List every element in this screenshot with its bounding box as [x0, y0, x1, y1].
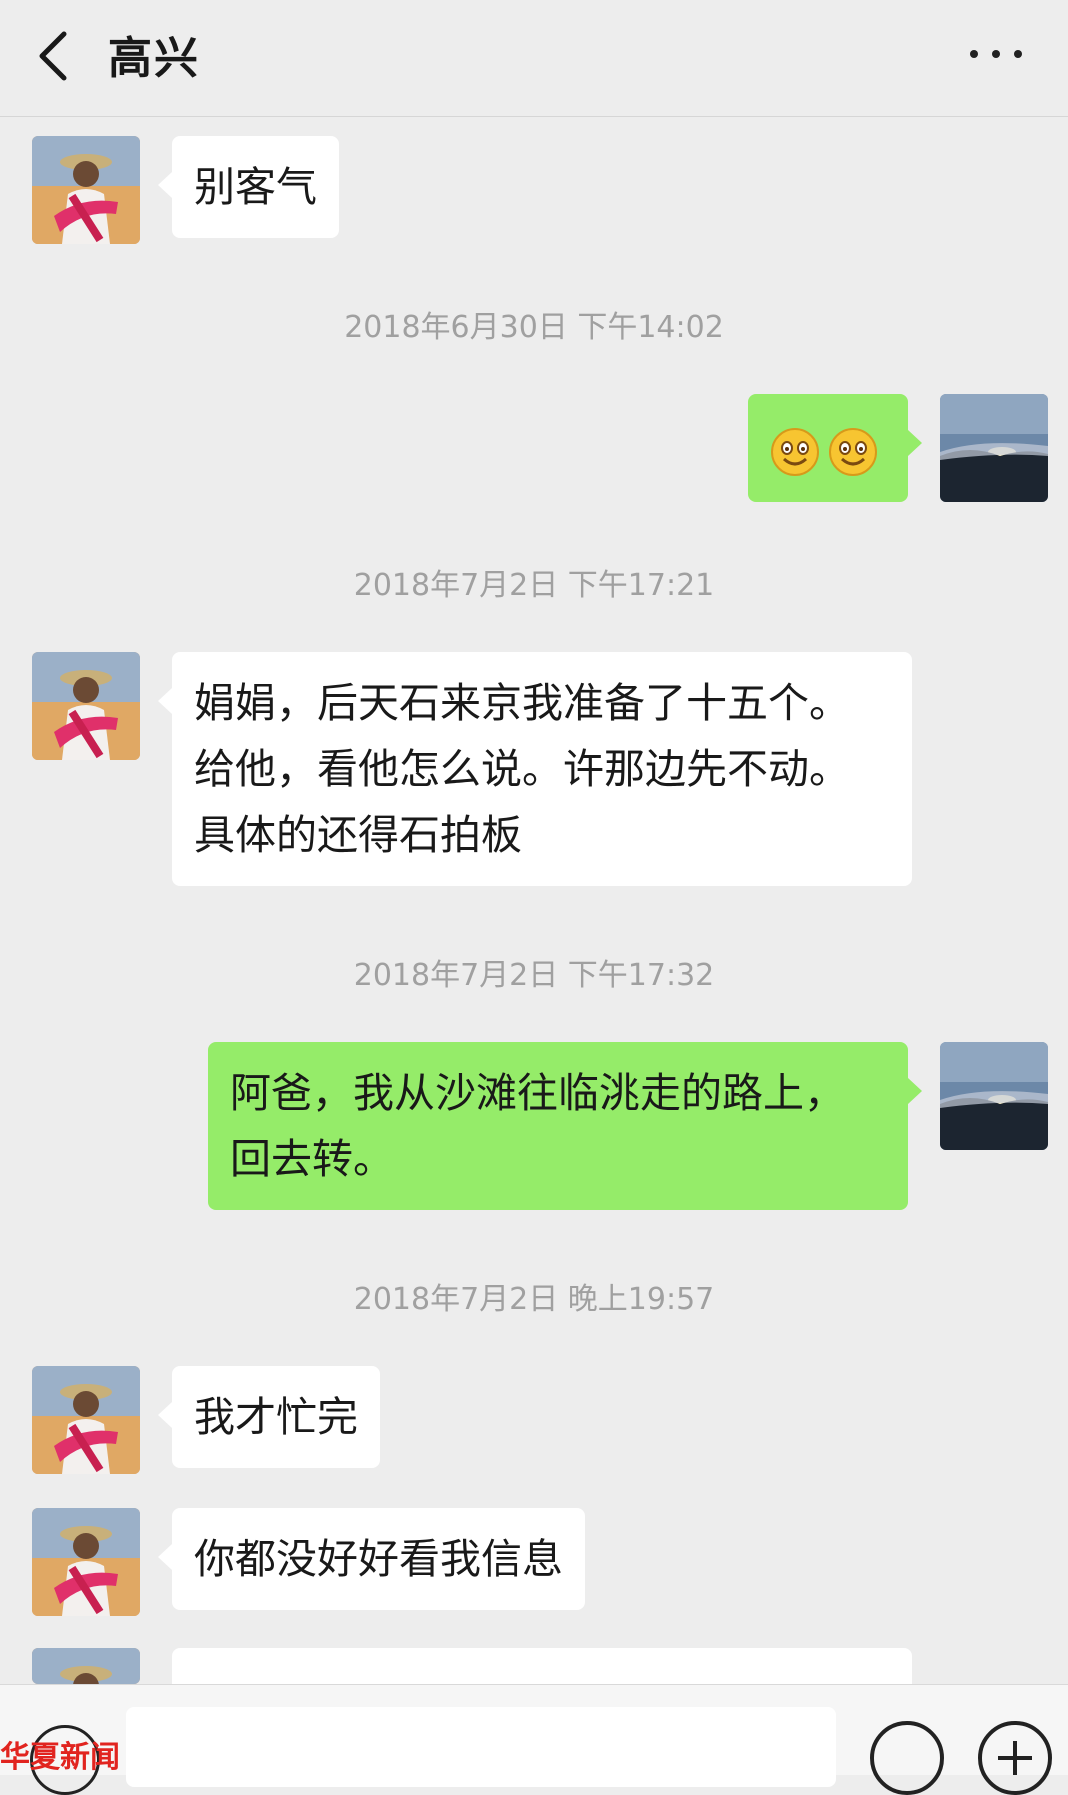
message-text: 我才忙完	[194, 1393, 358, 1441]
my-avatar[interactable]	[940, 1042, 1048, 1150]
back-arrow-icon[interactable]	[34, 28, 74, 84]
timestamp: 2018年7月2日 下午17:21	[353, 568, 715, 603]
message-line: 娟娟，后天石来京我准备了十五个。	[194, 679, 850, 727]
smile-emoji-icon	[828, 427, 878, 477]
watermark-logo: 华夏新闻	[0, 1740, 120, 1775]
message-line: 回去转。	[230, 1135, 394, 1183]
input-bar	[0, 1684, 1068, 1795]
contact-avatar[interactable]	[32, 652, 140, 760]
my-avatar[interactable]	[940, 394, 1048, 502]
message-text: 别客气	[194, 163, 317, 211]
message-input[interactable]	[126, 1707, 836, 1787]
incoming-message-bubble[interactable]: 你都没好好看我信息	[158, 1508, 585, 1610]
outgoing-message-bubble[interactable]: 阿爸，我从沙滩往临洮走的路上， 回去转。	[208, 1042, 922, 1210]
incoming-message-bubble[interactable]: 娟娟，后天石来京我准备了十五个。 给他，看他怎么说。许那边先不动。 具体的还得石…	[158, 652, 912, 886]
contact-avatar[interactable]	[32, 1648, 140, 1684]
message-text: 你都没好好看我信息	[194, 1535, 563, 1583]
contact-avatar[interactable]	[32, 1366, 140, 1474]
incoming-message-bubble[interactable]	[158, 1648, 912, 1710]
plus-icon[interactable]	[978, 1721, 1052, 1795]
chat-title: 高兴	[108, 33, 200, 84]
contact-avatar[interactable]	[32, 1508, 140, 1616]
message-line: 阿爸，我从沙滩往临洮走的路上，	[230, 1069, 845, 1117]
timestamp: 2018年7月2日 下午17:32	[353, 958, 715, 993]
contact-avatar[interactable]	[32, 136, 140, 244]
timestamp: 2018年6月30日 下午14:02	[344, 310, 724, 345]
timestamp: 2018年7月2日 晚上19:57	[353, 1282, 715, 1317]
more-options-icon[interactable]	[968, 40, 1028, 68]
outgoing-message-bubble[interactable]	[748, 394, 922, 502]
incoming-message-bubble[interactable]: 我才忙完	[158, 1366, 380, 1468]
chat-header: 高兴	[0, 0, 1068, 117]
message-line: 给他，看他怎么说。许那边先不动。	[194, 745, 850, 793]
incoming-message-bubble[interactable]: 别客气	[158, 136, 339, 238]
message-line: 具体的还得石拍板	[194, 811, 522, 859]
smile-emoji-icon	[770, 427, 820, 477]
emoji-icon[interactable]	[870, 1721, 944, 1795]
